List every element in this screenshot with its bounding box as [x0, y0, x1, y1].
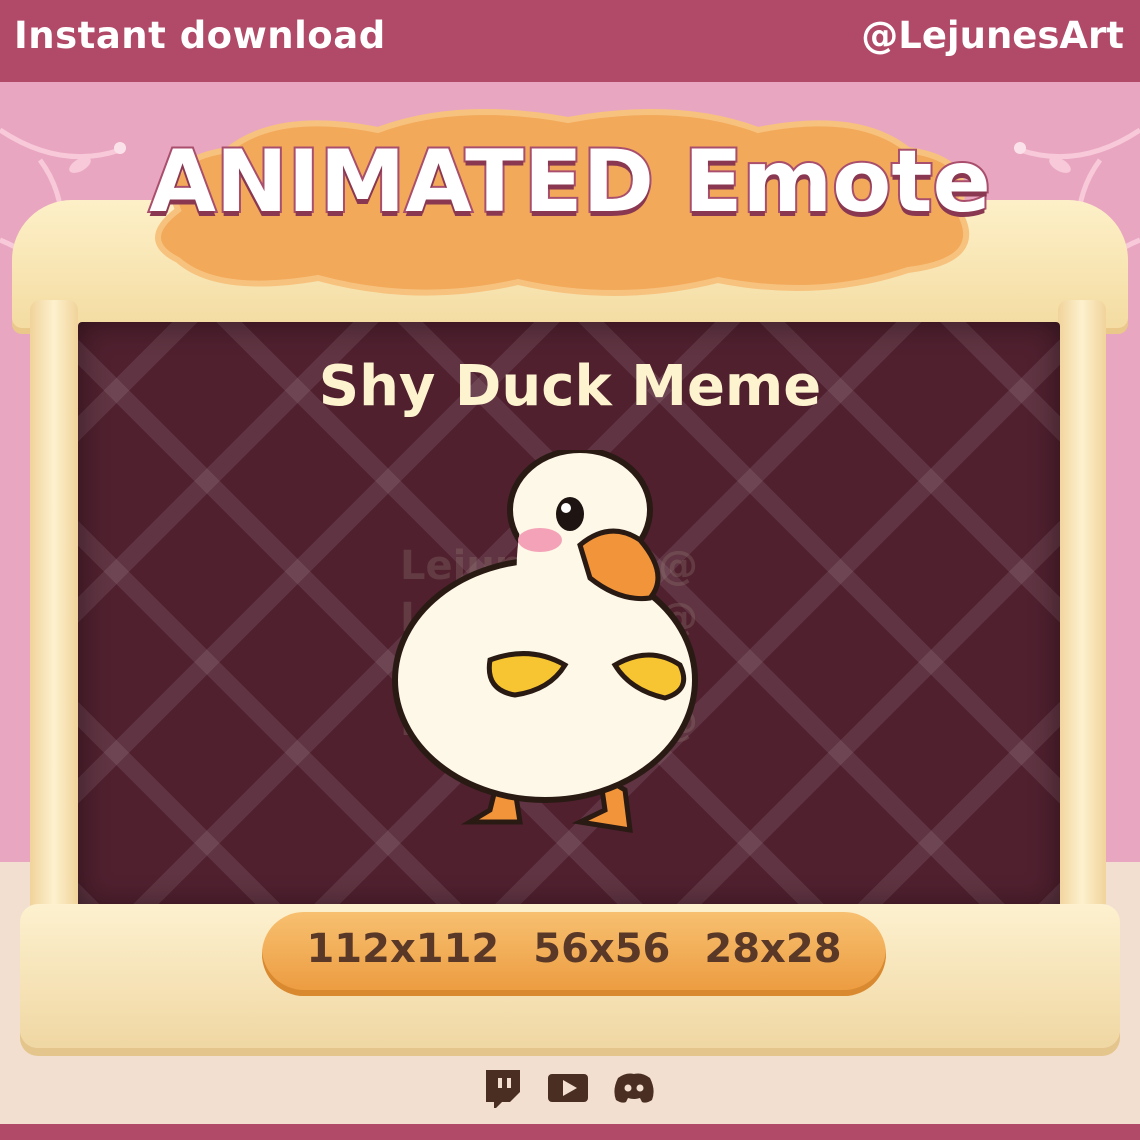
instant-download-label: Instant download	[14, 14, 386, 57]
bottom-strip	[0, 1124, 1140, 1140]
shy-duck-illustration	[392, 450, 698, 833]
artist-handle: @LejunesArt	[861, 14, 1124, 57]
emote-name: Shy Duck Meme	[318, 354, 822, 419]
social-icons	[480, 1068, 656, 1108]
size-label: 112x112	[306, 926, 500, 972]
size-label: 28x28	[704, 926, 842, 972]
size-list: 112x112 56x56 28x28	[262, 926, 886, 972]
discord-icon	[612, 1068, 656, 1108]
size-label: 56x56	[533, 926, 671, 972]
title-text: ANIMATED Emote	[147, 130, 993, 234]
youtube-icon	[546, 1068, 590, 1108]
twitch-icon	[480, 1068, 524, 1108]
